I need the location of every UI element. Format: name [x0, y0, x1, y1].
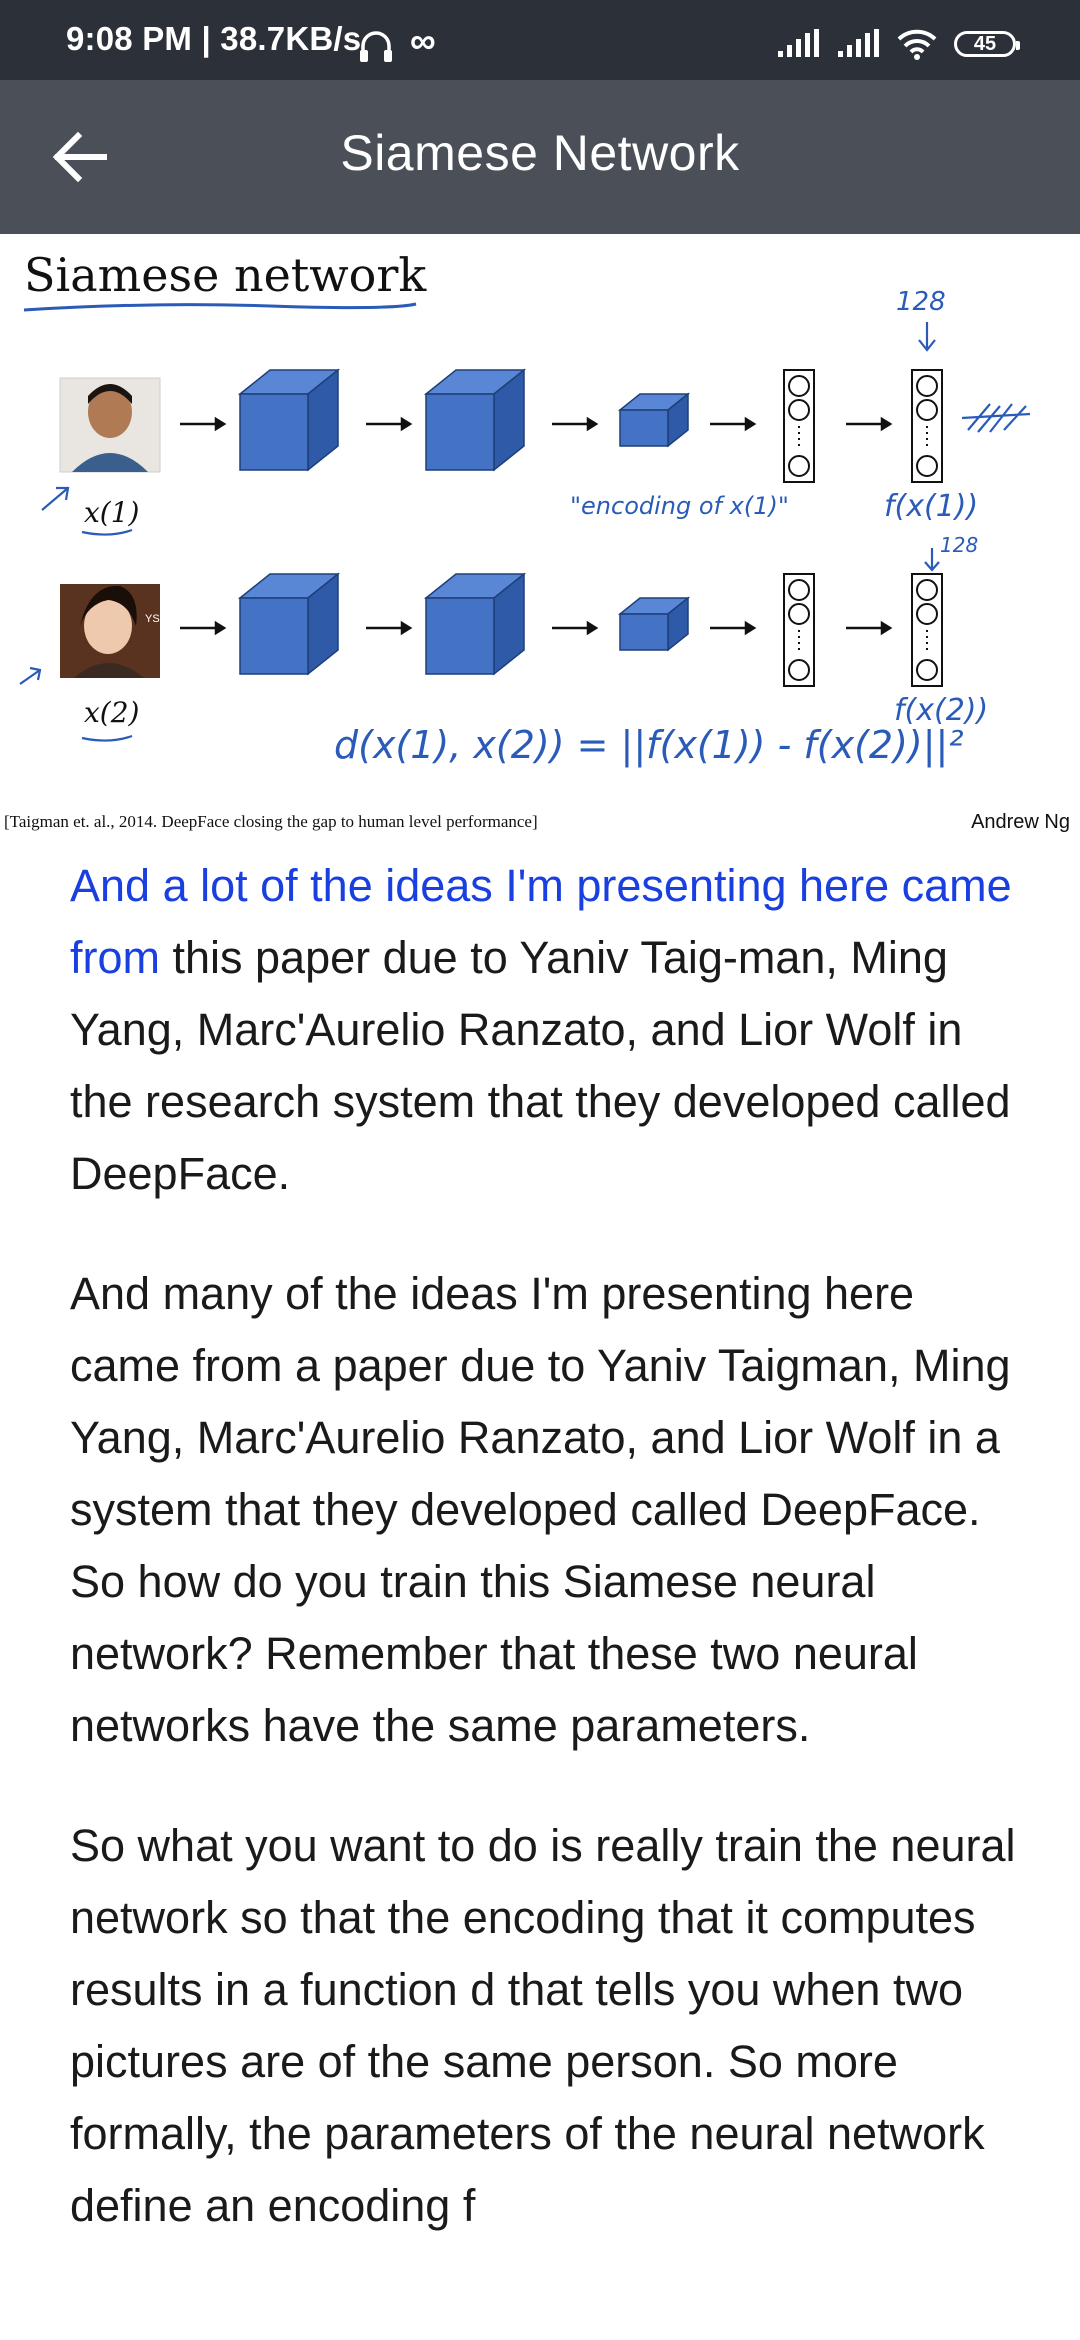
- label-x1: x(1): [84, 496, 139, 529]
- app-bar: Siamese Network: [0, 80, 1080, 234]
- status-time-network: 9:08 PM | 38.7KB/s: [66, 20, 362, 57]
- label-x2: x(2): [84, 696, 139, 729]
- wifi-icon: [897, 29, 937, 60]
- annotation-distance: d(x(1), x(2)) = ||f(x(1)) - f(x(2))||²: [334, 723, 964, 768]
- lecture-slide: Siamese network YS 128 128 "encoding of …: [0, 234, 1080, 850]
- conv-block: [423, 572, 527, 676]
- annotation-encoding: "encoding of x(1)": [570, 492, 789, 520]
- transcript-paragraph-3[interactable]: So what you want to do is really train t…: [70, 1810, 1030, 2242]
- neuron-column: [783, 369, 815, 483]
- svg-text:YS: YS: [145, 613, 160, 625]
- transcript-paragraph-2[interactable]: And many of the ideas I'm presenting her…: [70, 1258, 1030, 1762]
- slide-author: Andrew Ng: [971, 811, 1070, 833]
- conv-block: [423, 368, 527, 472]
- status-icons: 45: [776, 28, 1020, 60]
- face-image-1: [59, 377, 161, 473]
- transcript-text[interactable]: this paper due to Yaniv Taig-man, Ming Y…: [70, 932, 1011, 1199]
- face-image-2: YS: [60, 584, 160, 678]
- page-title: Siamese Network: [340, 125, 740, 181]
- neuron-column: [911, 369, 943, 483]
- annotation-128-mid: 128: [940, 533, 978, 557]
- annotation-fx1: f(x(1)): [884, 489, 978, 524]
- annotation-128-top: 128: [896, 287, 946, 317]
- transcript: And a lot of the ideas I'm presenting he…: [70, 850, 1030, 2290]
- status-bar: 9:08 PM | 38.7KB/s ∞ 45: [0, 0, 1080, 80]
- conv-block: [617, 596, 691, 652]
- neuron-column: [783, 573, 815, 687]
- signal-icon-2: [838, 29, 879, 57]
- conv-block: [237, 368, 341, 472]
- battery-icon: 45: [954, 31, 1020, 57]
- siamese-diagram: YS 128 128 "encoding of x(1)" f(x(1)) f(…: [19, 287, 1031, 768]
- signal-icon: [778, 29, 819, 57]
- slide-citation: [Taigman et. al., 2014. DeepFace closing…: [4, 812, 538, 831]
- conv-block: [617, 392, 691, 448]
- conv-block: [237, 572, 341, 676]
- infinity-icon: ∞: [410, 20, 436, 61]
- transcript-paragraph-1[interactable]: And a lot of the ideas I'm presenting he…: [70, 850, 1030, 1210]
- neuron-column: [911, 573, 943, 687]
- headset-icon: [360, 31, 392, 62]
